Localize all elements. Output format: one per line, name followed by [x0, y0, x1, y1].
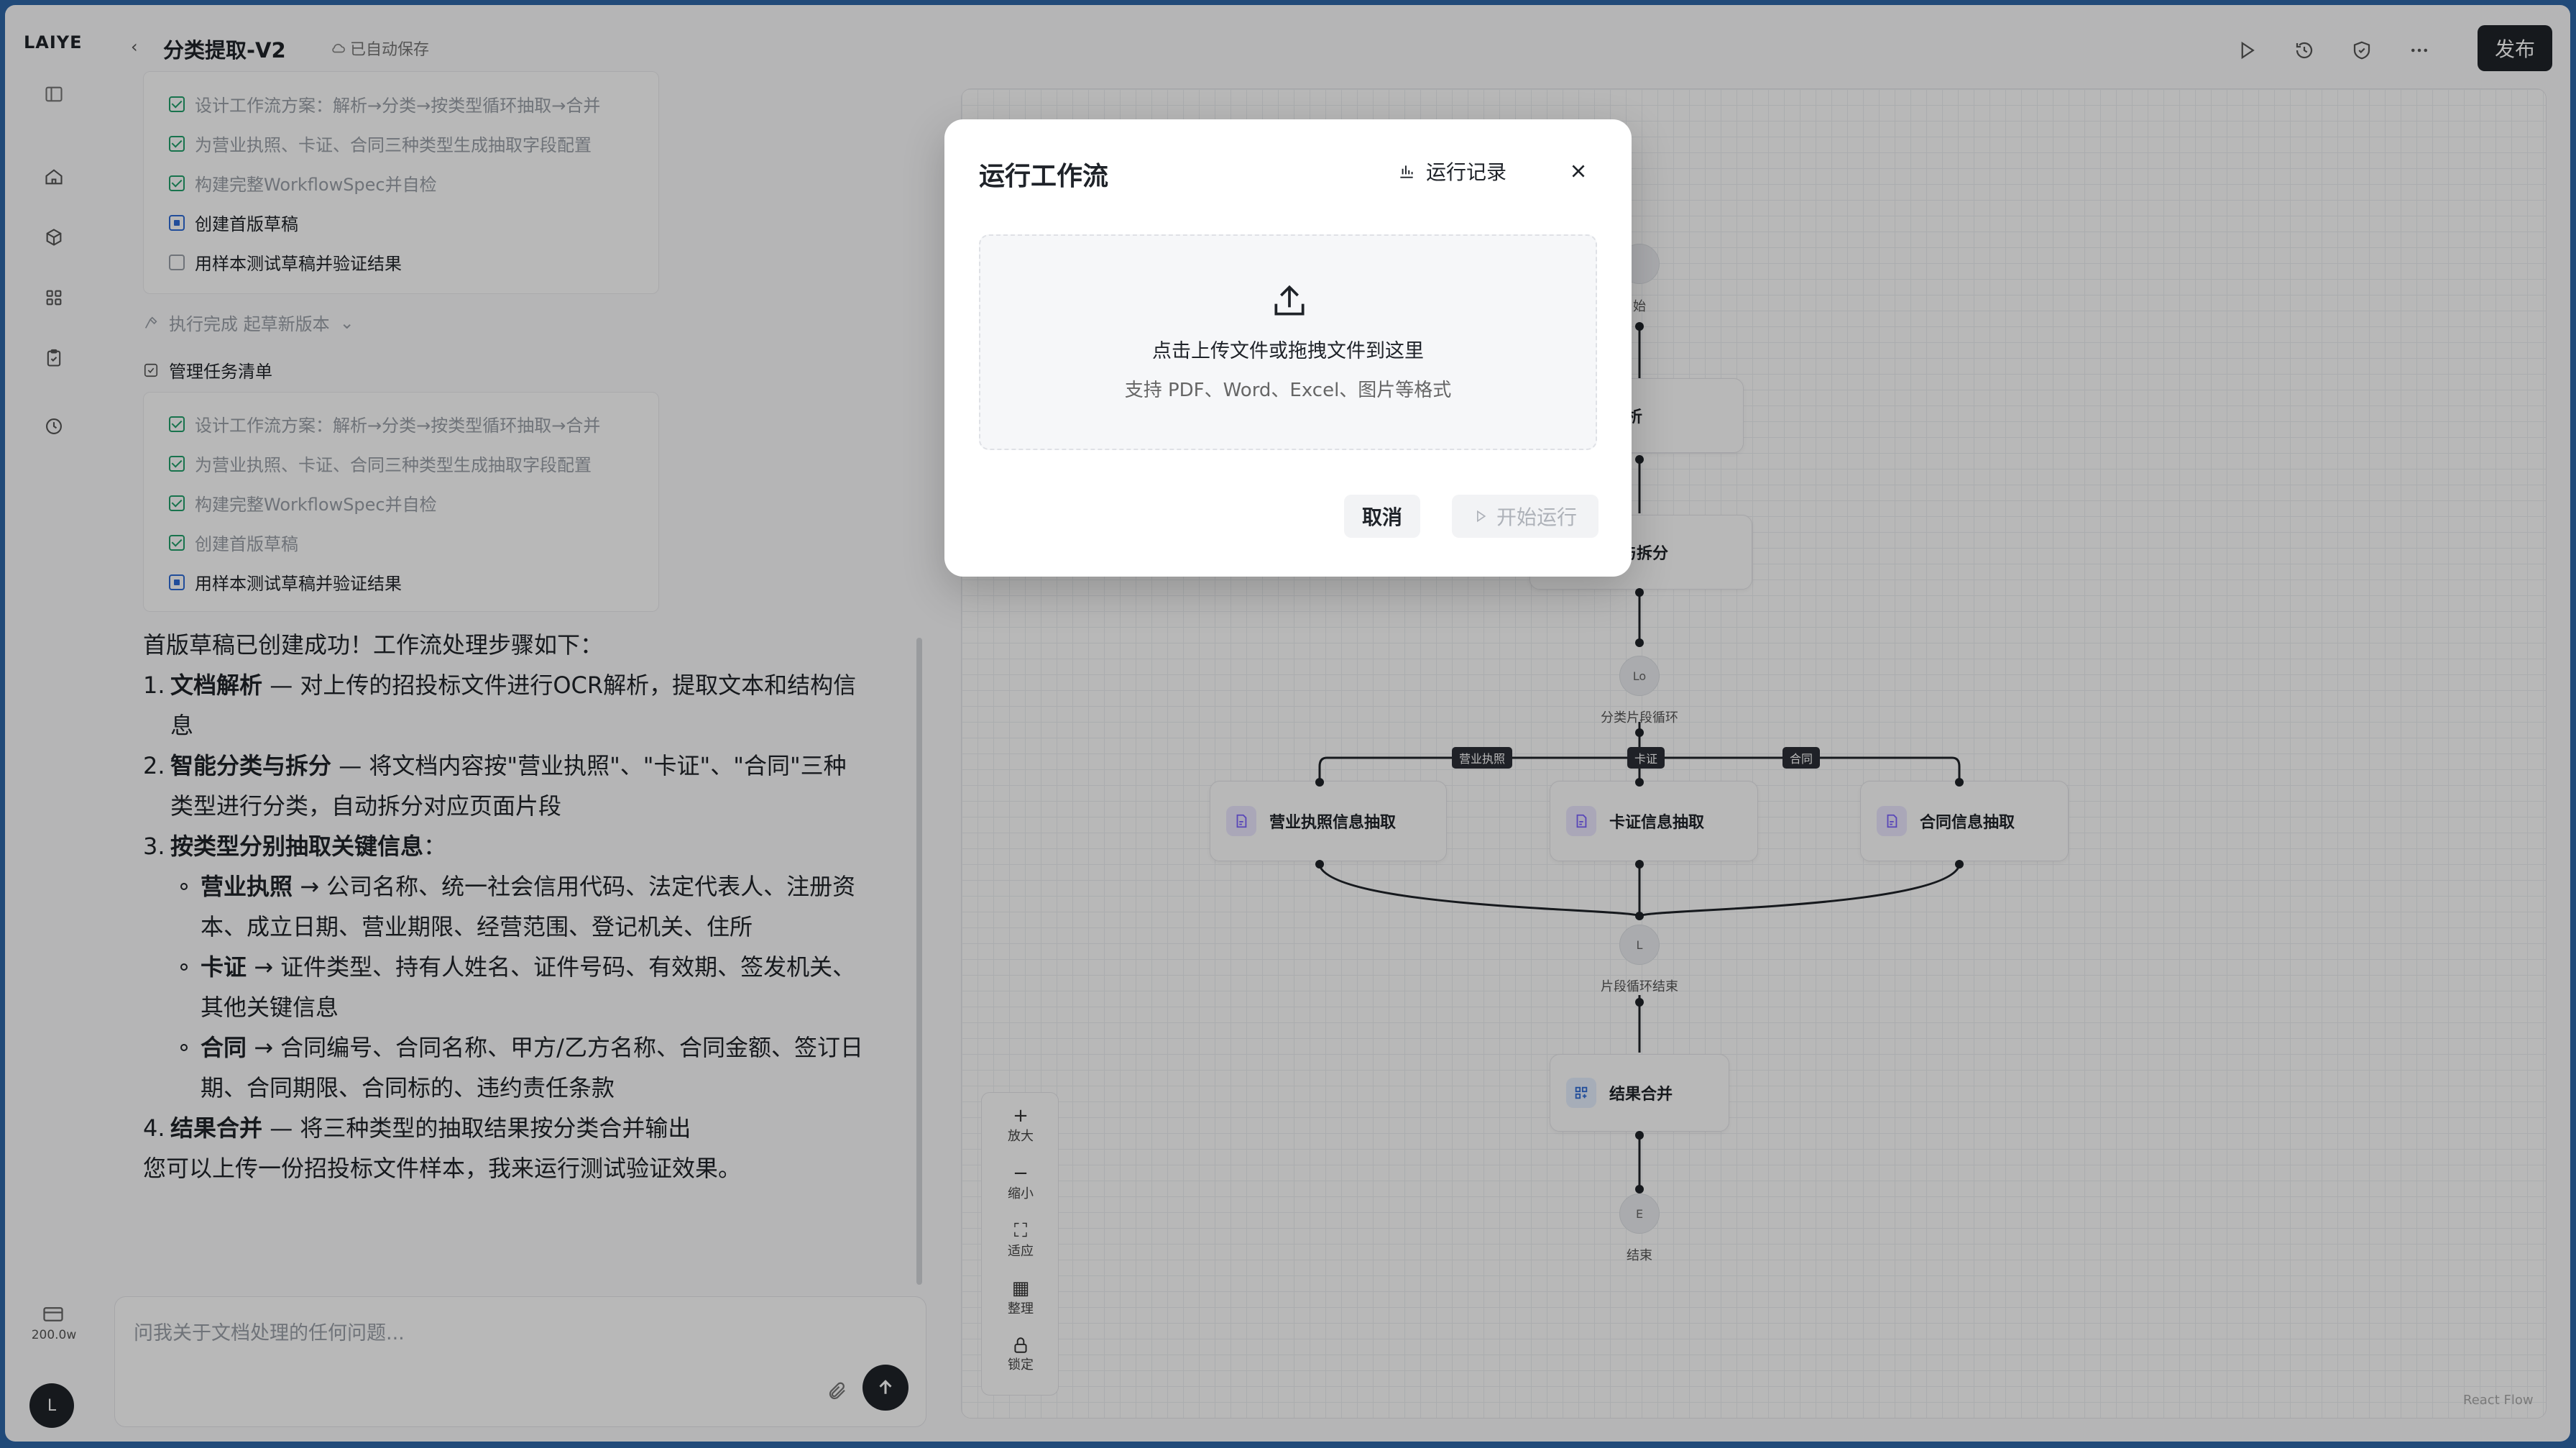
start-run-button[interactable]: 开始运行: [1452, 495, 1598, 538]
upload-formats: 支持 PDF、Word、Excel、图片等格式: [1124, 380, 1452, 401]
cancel-button[interactable]: 取消: [1344, 495, 1420, 538]
file-dropzone[interactable]: 点击上传文件或拖拽文件到这里 支持 PDF、Word、Excel、图片等格式: [979, 234, 1597, 450]
upload-icon: [1269, 280, 1310, 321]
run-workflow-dialog: 运行工作流 运行记录 点击上传文件或拖拽文件到这里 支持 PDF、Word、Ex…: [944, 119, 1632, 577]
play-icon: [1476, 510, 1486, 523]
run-records-button[interactable]: 运行记录: [1397, 157, 1506, 185]
close-icon[interactable]: [1564, 157, 1593, 185]
bar-chart-icon: [1400, 165, 1413, 178]
upload-instruction: 点击上传文件或拖拽文件到这里: [1152, 340, 1424, 362]
dialog-title: 运行工作流: [979, 162, 1109, 191]
